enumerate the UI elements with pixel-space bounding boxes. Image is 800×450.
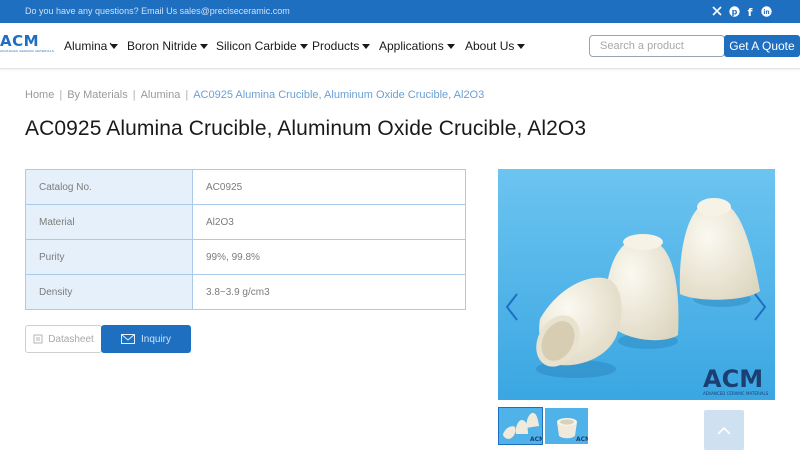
- spec-value: 3.8~3.9 g/cm3: [192, 274, 466, 310]
- breadcrumb-alumina[interactable]: Alumina: [141, 89, 181, 101]
- document-icon: [33, 334, 43, 344]
- nav-alumina[interactable]: Alumina: [64, 39, 119, 53]
- nav-about-us[interactable]: About Us: [465, 39, 526, 53]
- x-icon[interactable]: [711, 5, 723, 17]
- spec-table: Catalog No. AC0925 Material Al2O3 Purity…: [25, 169, 466, 310]
- table-row: Catalog No. AC0925: [25, 169, 466, 205]
- svg-text:in: in: [763, 9, 769, 16]
- chevron-down-icon: [362, 44, 371, 49]
- breadcrumb-separator: |: [59, 89, 63, 101]
- breadcrumb-by-materials[interactable]: By Materials: [67, 89, 128, 101]
- nav-silicon-carbide[interactable]: Silicon Carbide: [216, 39, 309, 53]
- site-logo[interactable]: ACM ADVANCED CERAMIC MATERIALS: [0, 32, 54, 59]
- nav-applications[interactable]: Applications: [379, 39, 456, 53]
- svg-text:ADVANCED CERAMIC MATERIALS: ADVANCED CERAMIC MATERIALS: [703, 391, 769, 396]
- nav-label: Alumina: [64, 39, 108, 53]
- nav-label: About Us: [465, 39, 515, 53]
- nav-products[interactable]: Products: [312, 39, 371, 53]
- svg-text:ACM: ACM: [576, 436, 588, 443]
- nav-label: Products: [312, 39, 360, 53]
- contact-text: Do you have any questions? Email Us sale…: [25, 6, 290, 16]
- chevron-down-icon: [446, 44, 455, 49]
- pinterest-icon[interactable]: p: [728, 5, 740, 17]
- next-arrow-icon[interactable]: [752, 292, 768, 322]
- top-bar: Do you have any questions? Email Us sale…: [0, 0, 800, 23]
- table-row: Density 3.8~3.9 g/cm3: [25, 274, 466, 310]
- spec-value: AC0925: [192, 169, 466, 205]
- envelope-icon: [120, 334, 135, 344]
- chevron-down-icon: [299, 44, 308, 49]
- spec-value: Al2O3: [192, 204, 466, 240]
- datasheet-button[interactable]: Datasheet: [25, 325, 102, 353]
- get-a-quote-button[interactable]: Get A Quote: [724, 35, 800, 57]
- breadcrumb: Home | By Materials | Alumina | AC0925 A…: [25, 89, 484, 101]
- table-row: Purity 99%, 99.8%: [25, 239, 466, 275]
- search-input[interactable]: [589, 35, 725, 57]
- spec-label: Material: [25, 204, 193, 240]
- nav-boron-nitride[interactable]: Boron Nitride: [127, 39, 209, 53]
- previous-arrow-icon[interactable]: [504, 292, 520, 322]
- svg-text:ACM: ACM: [703, 365, 763, 393]
- breadcrumb-separator: |: [132, 89, 136, 101]
- back-to-top-button[interactable]: [704, 410, 744, 450]
- breadcrumb-current: AC0925 Alumina Crucible, Aluminum Oxide …: [193, 89, 485, 101]
- facebook-icon[interactable]: f: [744, 5, 756, 17]
- thumbnail-image[interactable]: ACM: [545, 408, 588, 444]
- inquiry-button[interactable]: Inquiry: [101, 325, 191, 353]
- spec-value: 99%, 99.8%: [192, 239, 466, 275]
- logo-subtitle: ADVANCED CERAMIC MATERIALS: [0, 49, 54, 53]
- logo-text: ACM: [0, 32, 40, 50]
- product-image[interactable]: ACM ADVANCED CERAMIC MATERIALS: [498, 169, 775, 400]
- page-title: AC0925 Alumina Crucible, Aluminum Oxide …: [25, 117, 587, 140]
- datasheet-label: Datasheet: [48, 333, 94, 345]
- svg-text:p: p: [731, 7, 737, 16]
- svg-text:f: f: [748, 6, 753, 17]
- spec-label: Density: [25, 274, 193, 310]
- linkedin-icon[interactable]: in: [760, 5, 772, 17]
- nav-label: Applications: [379, 39, 444, 53]
- spec-label: Catalog No.: [25, 169, 193, 205]
- nav-label: Boron Nitride: [127, 39, 198, 53]
- chevron-down-icon: [517, 44, 526, 49]
- acm-watermark: ACM ADVANCED CERAMIC MATERIALS: [703, 365, 769, 396]
- inquiry-label: Inquiry: [140, 333, 171, 345]
- breadcrumb-separator: |: [185, 89, 189, 101]
- chevron-down-icon: [110, 42, 119, 49]
- spec-label: Purity: [25, 239, 193, 275]
- chevron-down-icon: [200, 44, 209, 49]
- nav-label: Silicon Carbide: [216, 39, 297, 53]
- svg-text:ACM: ACM: [530, 436, 542, 443]
- chevron-up-icon: [717, 426, 731, 435]
- thumbnail-image[interactable]: ACM: [498, 407, 543, 445]
- breadcrumb-home[interactable]: Home: [25, 89, 54, 101]
- table-row: Material Al2O3: [25, 204, 466, 240]
